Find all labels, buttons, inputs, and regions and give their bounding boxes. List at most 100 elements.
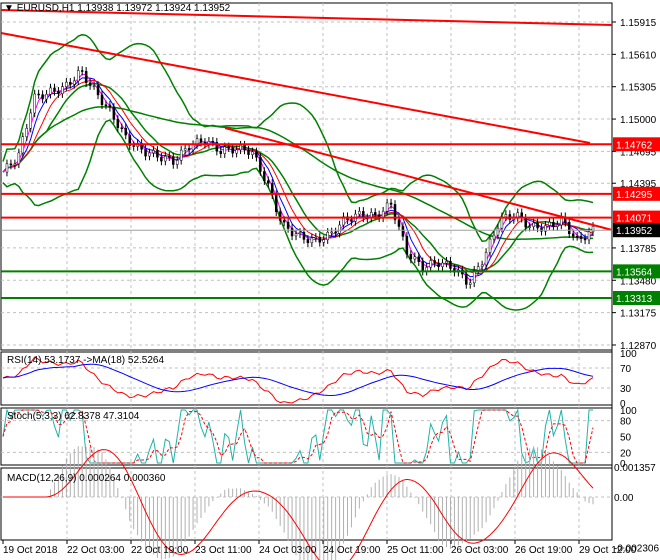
candle-body [488, 238, 492, 253]
price-tick-label: 1.13785 [620, 244, 657, 255]
time-tick-label: 24 Oct 19:00 [323, 545, 381, 556]
candle-body [37, 93, 40, 96]
candle-body [5, 163, 9, 173]
candle-body [536, 222, 539, 229]
candle-body [591, 226, 595, 233]
candle-body [468, 282, 472, 285]
candle-body [172, 156, 175, 165]
candle-body [259, 156, 262, 172]
chart-header: ▼ EURUSD,H1 1.13938 1.13972 1.13924 1.13… [4, 3, 230, 14]
candle-body [484, 252, 488, 266]
candle-body [179, 149, 183, 161]
ma-fast-magenta [2, 73, 594, 282]
stoch-tick-label: 100 [620, 406, 637, 417]
candle-body [358, 211, 361, 215]
time-tick-label: 26 Oct 03:00 [451, 545, 509, 556]
time-tick-label: 26 Oct 19:00 [515, 545, 573, 556]
time-tick-label: 25 Oct 11:00 [387, 545, 444, 556]
candle-body [104, 104, 108, 106]
price-tick-label: 1.15305 [620, 83, 657, 94]
candle-body [116, 119, 120, 128]
candle-body [124, 127, 128, 136]
candle-body [191, 144, 195, 151]
price-tick-label: 1.13175 [620, 309, 657, 320]
candle-body [168, 156, 171, 158]
candle-body [239, 144, 242, 151]
candle-body [417, 256, 421, 262]
candle-body [263, 171, 266, 181]
candle-body [132, 145, 135, 147]
candle-body [567, 222, 571, 234]
candle-body [13, 163, 17, 166]
candle-body [385, 202, 389, 212]
candle-body [306, 239, 310, 244]
time-tick-label: 23 Oct 11:00 [195, 545, 252, 556]
candle-body [421, 261, 424, 272]
candle-body [334, 231, 337, 234]
candle-body [540, 227, 543, 232]
candle-body [286, 221, 290, 229]
candle-body [88, 82, 92, 86]
candle-body [373, 212, 377, 216]
candle-body [45, 93, 48, 100]
candle-body [84, 70, 88, 83]
candle-body [17, 152, 21, 165]
bollinger-lower [2, 119, 594, 311]
candle-body [310, 237, 314, 244]
candle-body [148, 152, 151, 157]
level-tag-label: 1.14295 [616, 190, 653, 201]
macd-tick-label: 0.001357 [614, 463, 656, 474]
candle-body [255, 151, 258, 158]
rsi-tick-label: 30 [620, 384, 632, 395]
candle-body [53, 87, 56, 92]
candle-body [571, 233, 575, 237]
candle-body [504, 214, 508, 218]
level-tag-label: 1.14071 [616, 214, 653, 225]
candle-body [247, 149, 250, 155]
ohlc-values: 1.13938 1.13972 1.13924 1.13952 [77, 3, 231, 14]
candle-body [80, 70, 84, 72]
candle-body [282, 220, 286, 223]
candle-body [144, 149, 147, 157]
candle-body [532, 222, 535, 227]
candle-body [223, 146, 226, 154]
bollinger-upper [2, 33, 594, 243]
level-tag-label: 1.13313 [616, 294, 653, 305]
candle-body [294, 233, 298, 237]
time-tick-label: 29 Oct 12:00 [579, 545, 637, 556]
candle-body [322, 239, 325, 243]
candle-body [476, 266, 480, 271]
candle-body [397, 219, 401, 227]
candle-body [65, 81, 68, 87]
candle-body [524, 218, 527, 228]
candle-body [583, 238, 587, 241]
candle-body [274, 194, 278, 212]
candle-body [338, 224, 341, 234]
stoch-label: Stoch(5,3,3) 62.8378 47.3104 [7, 411, 140, 422]
candle-body [25, 127, 29, 137]
price-tick-label: 1.15915 [620, 18, 657, 29]
candle-body [235, 149, 238, 154]
candle-body [441, 262, 444, 268]
candle-body [164, 156, 167, 162]
candle-body [290, 228, 294, 237]
candle-body [160, 157, 163, 162]
trend-line-mid [0, 32, 591, 144]
candle-body [243, 144, 246, 151]
candle-body [187, 148, 191, 151]
candle-body [219, 150, 223, 154]
candle-body [152, 150, 155, 154]
candle-body [587, 231, 591, 241]
candle-body [33, 93, 36, 114]
macd-tick-label: 0.00 [614, 493, 634, 504]
candle-body [429, 260, 432, 268]
candle-body [409, 254, 413, 260]
time-tick-label: 22 Oct 19:00 [131, 545, 189, 556]
candle-body [314, 236, 318, 239]
trading-chart-window[interactable]: 1.15915 1.15610 1.15305 1.15000 1.14695 1.143… [0, 0, 660, 560]
candle-body [480, 264, 484, 267]
rsi-tick-label: 70 [620, 364, 632, 375]
collapse-triangle-icon[interactable]: ▼ [4, 3, 14, 14]
level-tag-label: 1.14762 [616, 140, 653, 151]
candle-body [330, 231, 333, 234]
